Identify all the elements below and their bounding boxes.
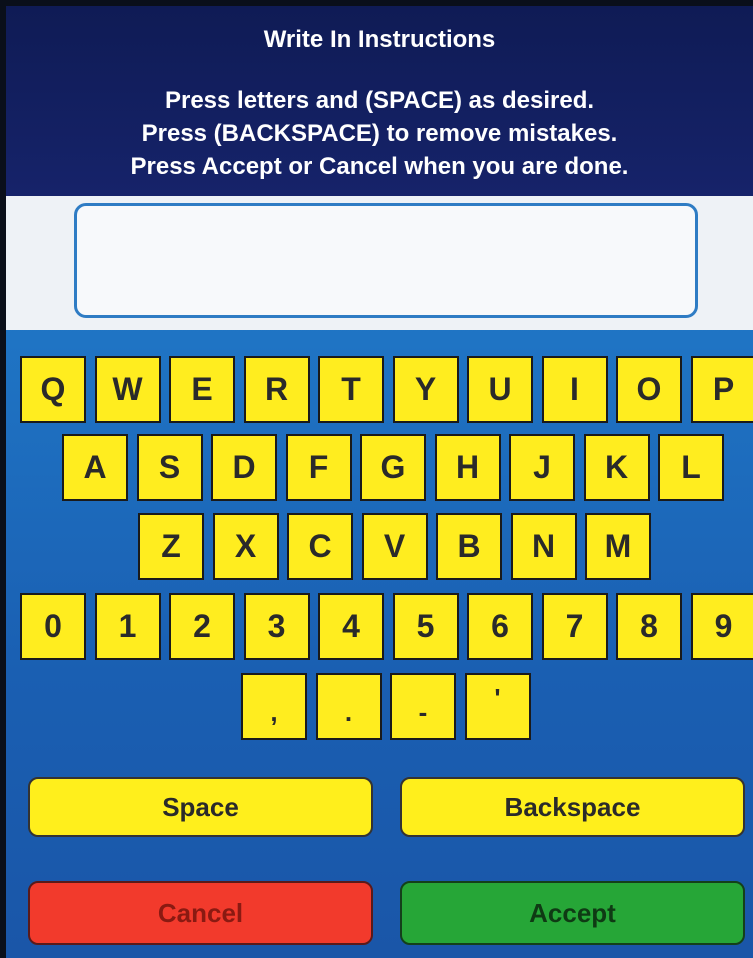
key-hyphen[interactable]: - xyxy=(390,673,456,740)
key-b[interactable]: B xyxy=(436,513,502,580)
key-2[interactable]: 2 xyxy=(169,593,235,660)
key-5[interactable]: 5 xyxy=(392,593,459,660)
key-6[interactable]: 6 xyxy=(467,593,533,660)
key-z[interactable]: Z xyxy=(138,513,204,580)
key-comma[interactable]: , xyxy=(241,673,307,740)
key-x[interactable]: X xyxy=(212,513,279,580)
header-title: Write In Instructions xyxy=(263,26,496,53)
key-j[interactable]: J xyxy=(509,434,575,501)
key-a[interactable]: A xyxy=(62,434,128,501)
key-s[interactable]: S xyxy=(136,434,203,501)
key-p[interactable]: P xyxy=(690,356,753,423)
key-q[interactable]: Q xyxy=(20,356,86,423)
space-button[interactable]: Space xyxy=(28,777,373,837)
key-v[interactable]: V xyxy=(361,513,428,580)
instruction-line: Press letters and (SPACE) as desired. xyxy=(164,87,595,114)
key-7[interactable]: 7 xyxy=(541,593,608,660)
key-y[interactable]: Y xyxy=(392,356,459,423)
write-in-text-field[interactable] xyxy=(74,203,698,318)
key-o[interactable]: O xyxy=(616,356,682,423)
key-m[interactable]: M xyxy=(585,513,651,580)
write-in-screen: Write In Instructions Press letters and … xyxy=(6,6,753,958)
key-d[interactable]: D xyxy=(211,434,277,501)
cancel-button[interactable]: Cancel xyxy=(28,881,373,945)
key-t[interactable]: T xyxy=(318,356,384,423)
backspace-button[interactable]: Backspace xyxy=(400,777,745,837)
key-1[interactable]: 1 xyxy=(94,593,161,660)
key-u[interactable]: U xyxy=(467,356,533,423)
key-f[interactable]: F xyxy=(285,434,352,501)
key-apostrophe[interactable]: ' xyxy=(464,673,531,740)
key-3[interactable]: 3 xyxy=(243,593,310,660)
key-4[interactable]: 4 xyxy=(318,593,384,660)
input-area xyxy=(6,196,753,330)
key-l[interactable]: L xyxy=(658,434,724,501)
key-e[interactable]: E xyxy=(169,356,235,423)
key-i[interactable]: I xyxy=(541,356,608,423)
key-9[interactable]: 9 xyxy=(690,593,753,660)
instructions-header: Write In Instructions Press letters and … xyxy=(6,6,753,196)
key-n[interactable]: N xyxy=(510,513,577,580)
key-8[interactable]: 8 xyxy=(616,593,682,660)
instruction-line: Press Accept or Cancel when you are done… xyxy=(130,153,629,180)
key-k[interactable]: K xyxy=(583,434,650,501)
key-w[interactable]: W xyxy=(94,356,161,423)
key-g[interactable]: G xyxy=(360,434,426,501)
key-period[interactable]: . xyxy=(315,673,382,740)
key-0[interactable]: 0 xyxy=(20,593,86,660)
accept-button[interactable]: Accept xyxy=(400,881,745,945)
key-r[interactable]: R xyxy=(243,356,310,423)
key-h[interactable]: H xyxy=(434,434,501,501)
key-c[interactable]: C xyxy=(287,513,353,580)
instruction-line: Press (BACKSPACE) to remove mistakes. xyxy=(141,120,618,147)
